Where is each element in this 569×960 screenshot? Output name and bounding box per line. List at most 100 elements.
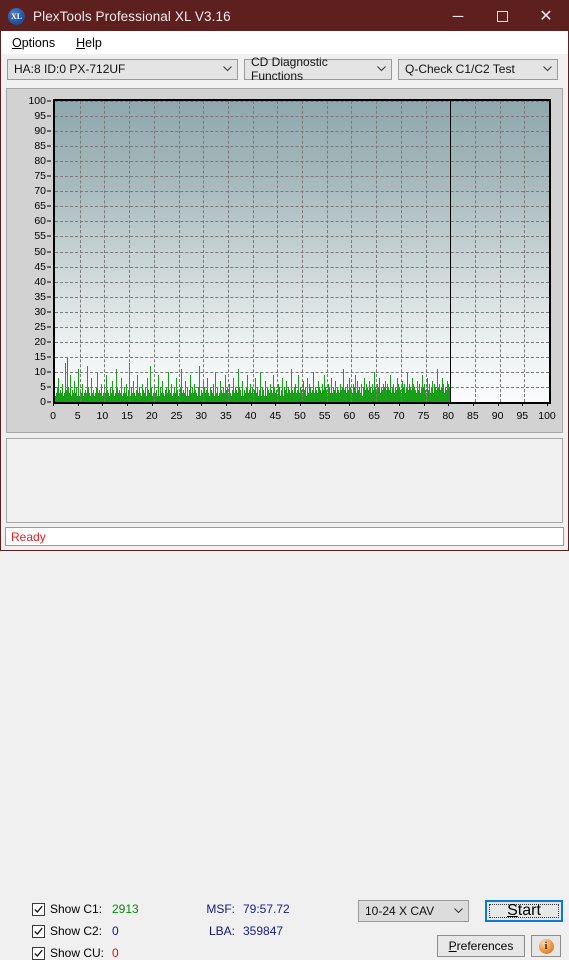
show-c1-value: 2913: [112, 902, 139, 916]
x-axis-minor-tick: [393, 402, 395, 404]
x-axis-minor-tick: [408, 402, 410, 404]
chevron-down-icon: [448, 908, 468, 914]
x-axis-minor-tick: [97, 402, 99, 404]
y-axis-tick-label: 5: [40, 380, 46, 393]
x-axis-minor-tick: [388, 402, 390, 404]
maximize-icon[interactable]: [480, 1, 524, 31]
x-axis-minor-tick: [379, 402, 381, 404]
x-axis-minor-tick: [507, 402, 509, 404]
x-axis-minor-tick: [230, 402, 232, 404]
x-axis-minor-tick: [141, 402, 143, 404]
show-c1-checkbox[interactable]: [32, 902, 45, 916]
show-cu-row[interactable]: Show CU: 0: [32, 946, 119, 960]
x-axis-tick-label: 75: [417, 410, 430, 422]
info-icon: i: [538, 938, 554, 954]
x-axis-minor-tick: [344, 402, 346, 404]
y-axis-tick: [47, 220, 51, 222]
disc-end-marker: [450, 101, 452, 402]
x-axis-tick: [448, 402, 450, 406]
x-axis-tick: [374, 402, 376, 406]
test-select[interactable]: Q-Check C1/C2 Test: [398, 58, 558, 80]
y-axis-tick-label: 85: [34, 140, 46, 153]
show-c2-value: 0: [112, 924, 119, 938]
y-axis-tick-label: 65: [34, 200, 46, 213]
start-button-focus: Start: [489, 902, 559, 919]
show-c2-checkbox[interactable]: [32, 924, 45, 938]
y-axis-tick-label: 40: [34, 275, 46, 288]
y-axis-tick: [47, 386, 51, 388]
x-axis-minor-tick: [295, 402, 297, 404]
grid-line-horizontal: [55, 101, 549, 102]
x-axis-labels: 0 5 10 15 20 25 30 35 40 45 50 55 60 65 70 75 80 85 90 95 10…: [50, 410, 556, 426]
x-axis-minor-tick: [512, 402, 514, 404]
y-axis-tick-label: 30: [34, 305, 46, 318]
close-icon[interactable]: ✕: [524, 1, 568, 31]
grid-line-horizontal: [55, 356, 549, 358]
function-select[interactable]: CD Diagnostic Functions: [244, 55, 392, 83]
x-axis-minor-tick: [240, 402, 242, 404]
x-axis-minor-tick: [290, 402, 292, 404]
show-cu-checkbox[interactable]: [32, 946, 45, 960]
x-axis-minor-tick: [112, 402, 114, 404]
y-axis-tick-label: 50: [34, 245, 46, 258]
x-axis-minor-tick: [309, 402, 311, 404]
x-axis-minor-tick: [369, 402, 371, 404]
y-axis-tick-label: 0: [40, 396, 46, 408]
show-c2-row[interactable]: Show C2: 0: [32, 924, 119, 938]
x-axis-minor-tick: [418, 402, 420, 404]
minimize-icon[interactable]: ─: [436, 1, 480, 31]
y-axis-tick: [47, 401, 51, 403]
grid-line-horizontal: [55, 236, 549, 238]
lba-readout: LBA: 359847: [197, 924, 283, 938]
x-axis-minor-tick: [517, 402, 519, 404]
speed-select[interactable]: 10-24 X CAV: [358, 900, 469, 922]
msf-label: MSF:: [206, 902, 235, 916]
start-button[interactable]: Start: [485, 900, 563, 922]
x-axis-tick-label: 45: [269, 410, 282, 422]
menu-item-options[interactable]: Options: [8, 34, 64, 52]
chevron-down-icon: [537, 66, 557, 72]
y-axis-tick: [47, 326, 51, 328]
function-select-value: CD Diagnostic Functions: [251, 55, 328, 83]
y-axis-tick-label: 45: [34, 260, 46, 273]
x-axis-minor-tick: [453, 402, 455, 404]
x-axis-minor-tick: [235, 402, 237, 404]
info-button[interactable]: i: [531, 935, 561, 957]
show-cu-value: 0: [112, 946, 119, 960]
x-axis-tick-label: 55: [318, 410, 331, 422]
x-axis-minor-tick: [502, 402, 504, 404]
y-axis-tick-label: 10: [34, 365, 46, 378]
msf-readout: MSF: 79:57.72: [197, 902, 289, 916]
x-axis-tick-label: 30: [195, 410, 208, 422]
x-axis-minor-tick: [270, 402, 272, 404]
x-axis-minor-tick: [260, 402, 262, 404]
menu-bar: Options Help: [1, 31, 568, 54]
show-cu-label: Show CU:: [50, 946, 105, 960]
status-bar: Ready: [5, 527, 564, 546]
show-c1-row[interactable]: Show C1: 2913: [32, 902, 139, 916]
x-axis-minor-tick: [72, 402, 74, 404]
x-axis-minor-tick: [463, 402, 465, 404]
preferences-button[interactable]: Preferences: [437, 935, 525, 957]
lba-value: 359847: [243, 924, 284, 938]
x-axis-minor-tick: [433, 402, 435, 404]
x-axis-tick: [77, 402, 79, 406]
x-axis-minor-tick: [181, 402, 183, 404]
y-axis-tick-label: 35: [34, 290, 46, 303]
grid-line-horizontal: [55, 176, 549, 178]
drive-select[interactable]: HA:8 ID:0 PX-712UF: [7, 58, 238, 80]
show-c1-label: Show C1:: [50, 902, 103, 916]
y-axis-tick: [47, 281, 51, 283]
x-axis-minor-tick: [107, 402, 109, 404]
x-axis-minor-tick: [458, 402, 460, 404]
x-axis-minor-tick: [191, 402, 193, 404]
x-axis-minor-tick: [82, 402, 84, 404]
menu-item-help[interactable]: Help: [72, 34, 111, 52]
x-axis-minor-tick: [67, 402, 69, 404]
x-axis-tick-label: 40: [244, 410, 257, 422]
y-axis-tick: [47, 130, 51, 132]
x-axis-minor-tick: [220, 402, 222, 404]
x-axis-tick-label: 95: [516, 410, 529, 422]
start-button-label: Start: [507, 902, 541, 919]
x-axis-minor-tick: [413, 402, 415, 404]
